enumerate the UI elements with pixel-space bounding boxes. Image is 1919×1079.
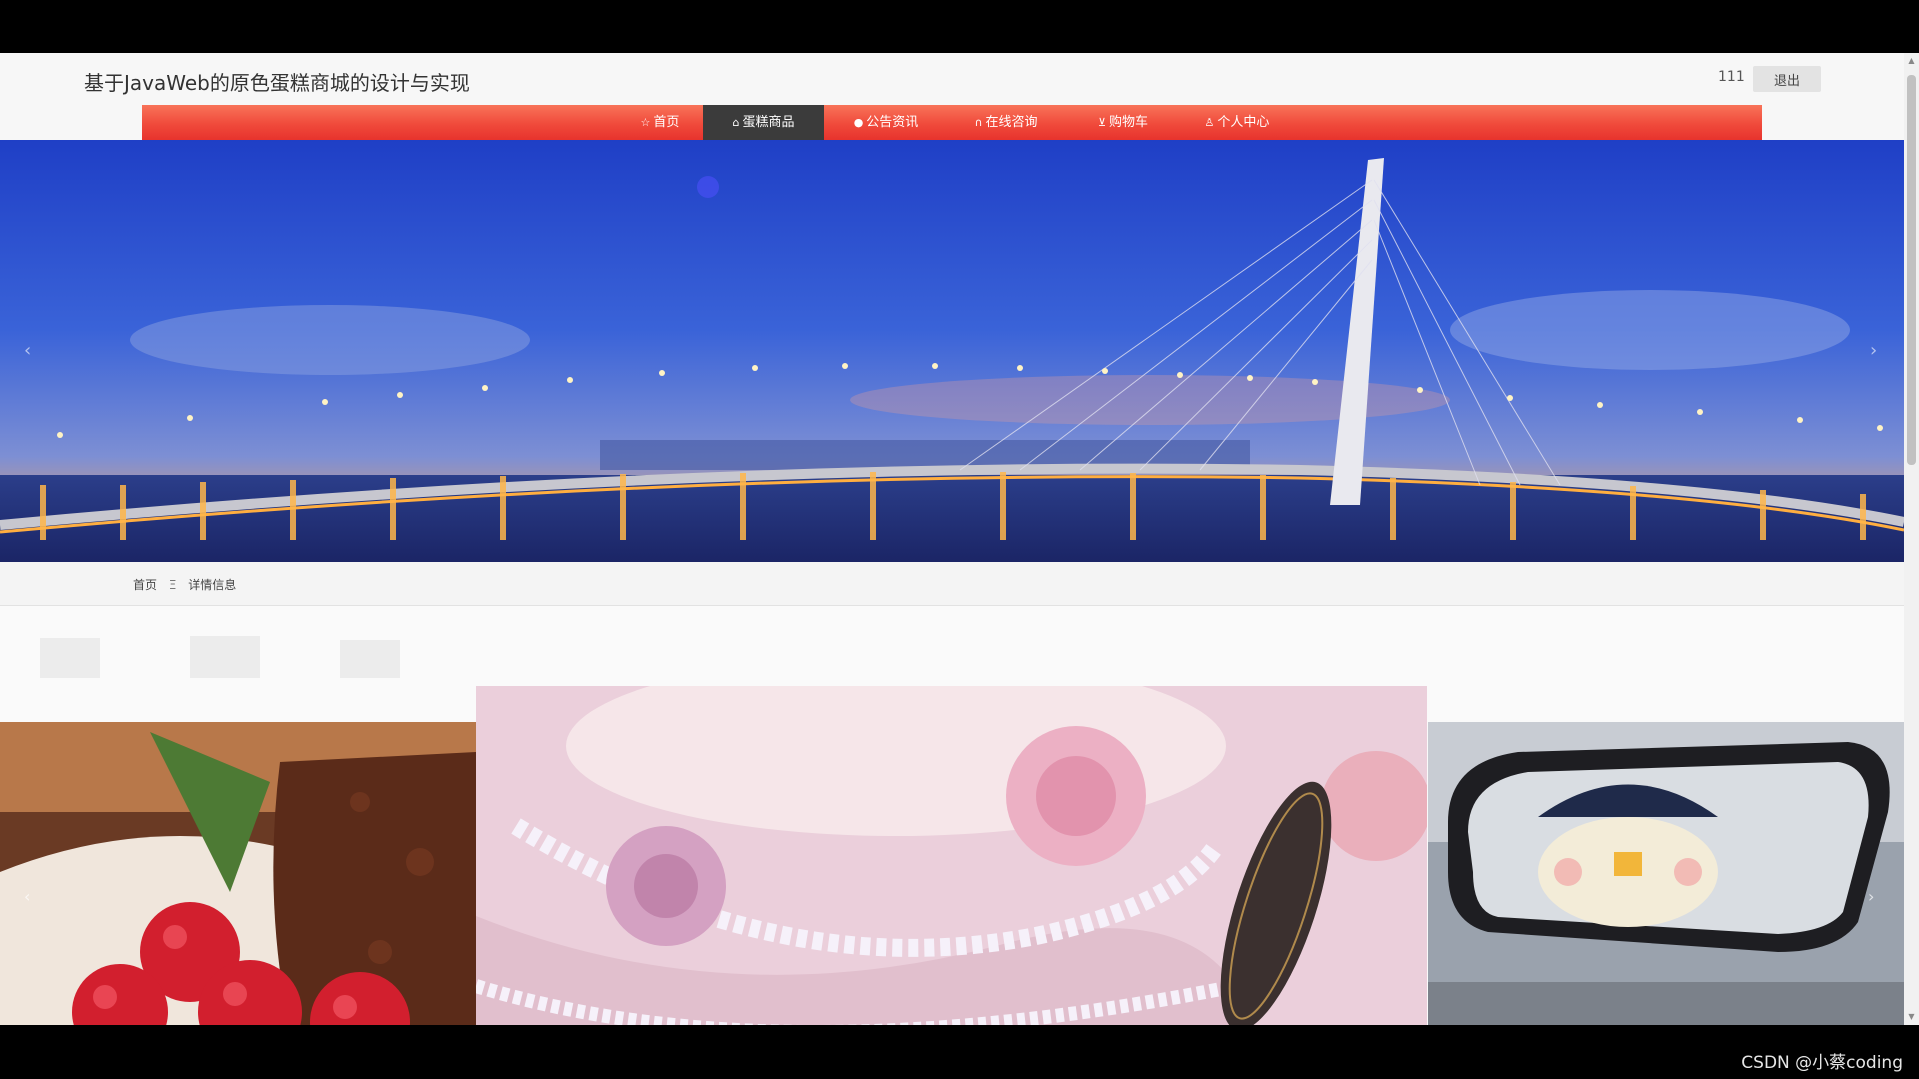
pink-rose-cake-image [476,686,1427,1025]
carousel-slide-raspberry-cake[interactable]: ‹ [0,722,476,1025]
nav-item-label: 购物车 [1109,115,1149,130]
main-nav: ☆ 首页 ⌂ 蛋糕商品 ● 公告资讯 ∩ 在线咨询 ⊻ 购物车 ♙ 个人中心 [142,105,1762,140]
nav-item-label: 个人中心 [1217,115,1270,130]
video-letterbox-bottom [0,1025,1919,1079]
nav-item-label: 公告资讯 [866,115,919,130]
scroll-down-arrow[interactable]: ▼ [1907,1013,1916,1021]
breadcrumb-band: 首页 Ξ 详情信息 [0,562,1904,606]
headset-icon: ∩ [974,116,983,129]
ghost-thumbnail-row [40,636,400,678]
carousel-next-arrow[interactable]: › [1868,887,1874,906]
user-icon: ♙ [1204,116,1215,129]
site-header: 基于JavaWeb的原色蛋糕商城的设计与实现 111 退出 ☆ 首页 ⌂ 蛋糕商品 … [0,53,1904,140]
mouse-cursor-highlight [697,176,719,198]
nav-item-consult[interactable]: ∩ 在线咨询 [968,105,1044,140]
video-letterbox-top [0,0,1919,53]
hero-prev-arrow[interactable]: ‹ [24,340,31,361]
breadcrumb-current: 详情信息 [188,578,237,592]
nav-item-news[interactable]: ● 公告资讯 [848,105,924,140]
site-title: 基于JavaWeb的原色蛋糕商城的设计与实现 [84,71,470,95]
cart-icon: ⊻ [1097,116,1107,129]
nav-item-profile[interactable]: ♙ 个人中心 [1199,105,1275,140]
nav-item-cakes[interactable]: ⌂ 蛋糕商品 [703,105,824,140]
hero-next-arrow[interactable]: › [1870,340,1877,361]
nav-item-label: 蛋糕商品 [742,115,795,130]
star-icon: ☆ [640,116,651,129]
browser-viewport: 基于JavaWeb的原色蛋糕商城的设计与实现 111 退出 ☆ 首页 ⌂ 蛋糕商品 … [0,53,1904,1025]
carousel-prev-arrow[interactable]: ‹ [24,887,30,906]
hero-banner: ‹ › [0,140,1904,562]
bridge-night-image [0,140,1904,562]
breadcrumb: 首页 Ξ 详情信息 [133,576,236,593]
page-scrollbar[interactable]: ▲ ▼ [1904,53,1919,1025]
nav-item-cart[interactable]: ⊻ 购物车 [1092,105,1154,140]
csdn-watermark: CSDN @小蔡coding [1741,1053,1903,1073]
car-mirror-plush-image [1428,722,1904,1025]
breadcrumb-home[interactable]: 首页 [133,578,157,592]
nav-item-label: 在线咨询 [985,115,1038,130]
nav-item-label: 首页 [653,115,680,130]
scrollbar-thumb[interactable] [1907,75,1916,465]
user-name: 111 [1718,69,1745,85]
carousel-slide-rose-cake[interactable] [476,686,1427,1025]
breadcrumb-separator: Ξ [168,578,177,592]
scroll-up-arrow[interactable]: ▲ [1907,57,1916,65]
product-detail-content: ‹ › [0,606,1904,1025]
lock-bag-icon: ⌂ [732,116,740,129]
carousel-slide-car-mirror[interactable]: › [1428,722,1904,1025]
logout-button[interactable]: 退出 [1753,66,1821,92]
nav-item-home[interactable]: ☆ 首页 [634,105,686,140]
raspberry-chocolate-cake-image [0,722,476,1025]
info-icon: ● [853,116,864,129]
